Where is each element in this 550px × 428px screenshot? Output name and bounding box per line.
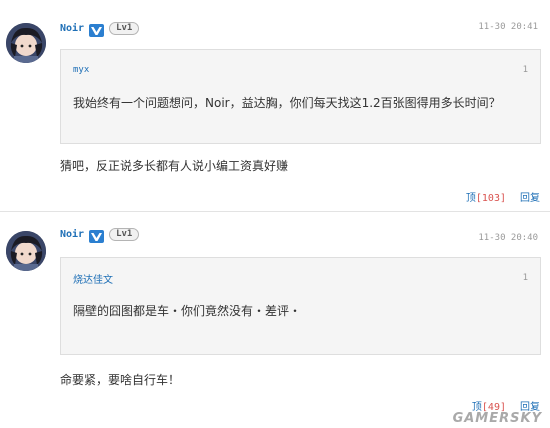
quoted-comment: myx 1 我始终有一个问题想问，Noir，益达胸，你们每天找这1.2百张图得用… [60, 49, 541, 144]
watermark-logo: GAMERSKY [452, 411, 542, 426]
username[interactable]: Noir [60, 23, 84, 34]
comment-actions: 顶[103] 回复 [466, 189, 540, 204]
username[interactable]: Noir [60, 229, 84, 240]
comment-item: Noir Lv1 11-30 20:40 烧达佳文 1 隔壁的囧图都是车・你们竟… [0, 211, 550, 428]
quoted-username[interactable]: myx [73, 65, 89, 75]
verified-badge-icon [89, 228, 105, 243]
user-avatar[interactable] [6, 23, 46, 63]
reply-button[interactable]: 回复 [520, 189, 540, 204]
level-badge: Lv1 [109, 21, 140, 35]
upvote-label: 顶 [465, 193, 476, 204]
upvote-button[interactable]: 顶[103] [466, 189, 506, 204]
quoted-username[interactable]: 烧达佳文 [73, 271, 113, 286]
comment-timestamp: 11-30 20:40 [478, 233, 538, 243]
verified-badge-icon [89, 22, 105, 37]
quoted-comment: 烧达佳文 1 隔壁的囧图都是车・你们竟然没有・差评・ [60, 257, 541, 355]
user-info: Noir Lv1 [60, 21, 140, 37]
level-badge: Lv1 [109, 227, 140, 241]
quoted-floor-number: 1 [522, 65, 528, 75]
user-avatar[interactable] [6, 231, 46, 271]
upvote-count: [103] [475, 193, 506, 204]
quoted-text: 我始终有一个问题想问，Noir，益达胸，你们每天找这1.2百张图得用多长时间？ [73, 96, 501, 110]
comment-text: 猜吧，反正说多长都有人说小编工资真好赚 [60, 159, 289, 173]
comment-item: Noir Lv1 11-30 20:41 myx 1 我始终有一个问题想问，No… [0, 0, 550, 211]
comment-text: 命要紧，要啥自行车！ [60, 373, 181, 387]
quoted-text: 隔壁的囧图都是车・你们竟然没有・差评・ [73, 304, 302, 318]
quoted-floor-number: 1 [522, 273, 528, 283]
user-info: Noir Lv1 [60, 227, 140, 243]
comment-timestamp: 11-30 20:41 [478, 22, 538, 32]
